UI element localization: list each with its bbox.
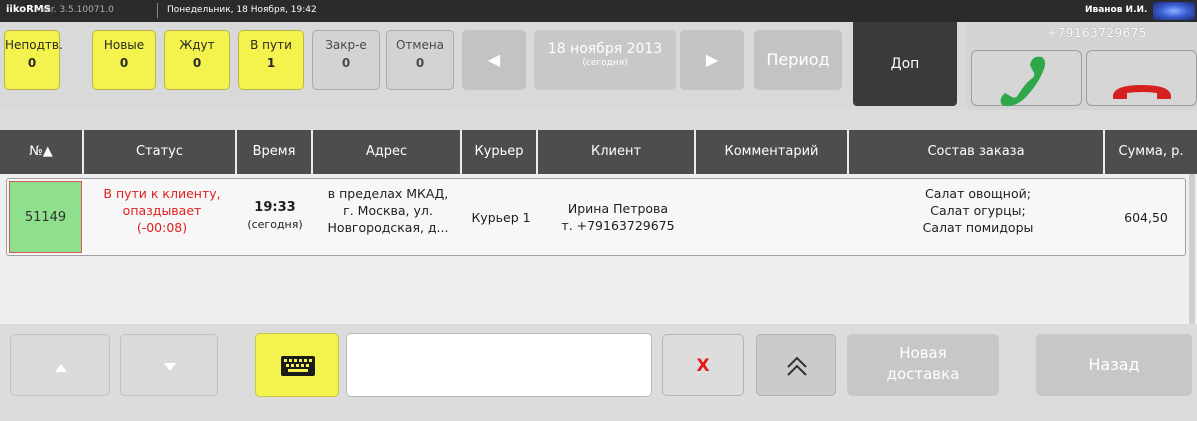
title-bar: iikoRMS ver. 3.5.10071.0 Понедельник, 18… <box>0 0 1197 22</box>
filter-label: Отмена <box>395 38 445 52</box>
order-courier: Курьер 1 <box>471 210 531 225</box>
time-value: 19:33 <box>254 200 296 215</box>
filter-on-the-way-button[interactable]: В пути 1 <box>238 30 304 90</box>
column-sum[interactable]: Сумма, р. <box>1105 130 1197 174</box>
keyboard-button[interactable] <box>255 333 339 397</box>
order-time: 19:33 (сегодня) <box>239 199 311 233</box>
user-name: Иванов И.И. <box>1085 5 1148 15</box>
orders-table-header: №▲ Статус Время Адрес Курьер Клиент Комм… <box>0 130 1197 174</box>
arrow-left-icon: ◀ <box>487 50 501 69</box>
bottom-toolbar: X Новая доставка Назад <box>0 324 1197 399</box>
filter-count: 1 <box>266 56 276 70</box>
filter-waiting-button[interactable]: Ждут 0 <box>164 30 230 90</box>
order-items: Салат овощной; Салат огурцы; Салат помид… <box>850 185 1106 236</box>
filter-new-button[interactable]: Новые 0 <box>92 30 156 90</box>
order-client: Ирина Петрова т. +79163729675 <box>539 200 697 234</box>
order-item: Салат огурцы; <box>930 203 1026 218</box>
collapse-button[interactable] <box>756 334 836 396</box>
extra-button[interactable]: Доп <box>853 22 957 106</box>
column-client[interactable]: Клиент <box>538 130 696 174</box>
filter-count: 0 <box>192 56 202 70</box>
address-line: в пределах МКАД, <box>327 186 449 201</box>
filter-cancelled-button[interactable]: Отмена 0 <box>386 30 454 90</box>
arrow-right-icon: ▶ <box>705 50 719 69</box>
keyboard-icon <box>281 356 315 376</box>
phone-answer-icon <box>1000 56 1046 107</box>
column-comment[interactable]: Комментарий <box>696 130 849 174</box>
new-delivery-label: доставка <box>886 365 960 383</box>
app-version: ver. 3.5.10071.0 <box>40 5 114 15</box>
scroll-down-button[interactable] <box>120 334 218 396</box>
hangup-call-button[interactable] <box>1086 50 1197 106</box>
filter-count: 0 <box>27 56 37 70</box>
date-note: (сегодня) <box>582 58 628 68</box>
date-text: 18 ноября 2013 <box>547 41 663 57</box>
address-line: г. Москва, ул. <box>343 203 433 218</box>
filter-count: 0 <box>415 56 425 70</box>
phone-panel: +79163729675 <box>967 22 1197 110</box>
order-number: 51149 <box>9 181 82 253</box>
table-scrollbar[interactable] <box>1189 174 1195 324</box>
filter-count: 0 <box>119 56 129 70</box>
date-display: 18 ноября 2013 (сегодня) <box>534 30 676 90</box>
status-line: (-00:08) <box>136 220 188 235</box>
answer-call-button[interactable] <box>971 50 1082 107</box>
column-courier[interactable]: Курьер <box>462 130 538 174</box>
order-item: Салат помидоры <box>922 220 1034 235</box>
filter-count: 0 <box>341 56 351 70</box>
column-address[interactable]: Адрес <box>313 130 462 174</box>
phone-hangup-icon <box>1113 85 1171 99</box>
double-chevron-up-icon <box>787 356 807 376</box>
filter-label: Закр-е <box>325 38 367 52</box>
time-note: (сегодня) <box>247 218 303 231</box>
scroll-up-button[interactable] <box>10 334 110 396</box>
new-delivery-label: Новая <box>899 344 947 362</box>
orders-table-body: 51149 В пути к клиенту, опаздывает (-00:… <box>0 174 1197 324</box>
triangle-down-icon <box>164 363 176 371</box>
user-avatar <box>1153 2 1195 20</box>
address-line: Новгородская, д... <box>327 220 449 235</box>
filter-label: В пути <box>250 38 292 52</box>
order-sum: 604,50 <box>1124 210 1168 225</box>
filter-label: Неподтв. <box>5 38 63 52</box>
status-line: В пути к клиенту, <box>103 186 221 201</box>
filter-label: Новые <box>103 38 145 52</box>
filter-closed-button[interactable]: Закр-е 0 <box>312 30 380 90</box>
prev-date-button[interactable]: ◀ <box>462 30 526 90</box>
phone-number: +79163729675 <box>1047 26 1148 40</box>
client-name: Ирина Петрова <box>567 201 669 216</box>
back-button[interactable]: Назад <box>1036 334 1192 396</box>
period-button[interactable]: Период <box>754 30 842 90</box>
client-phone: т. +79163729675 <box>561 218 675 233</box>
column-time[interactable]: Время <box>237 130 313 174</box>
status-line: опаздывает <box>122 203 202 218</box>
filter-toolbar: Неподтв. 0 Новые 0 Ждут 0 В пути 1 Закр-… <box>0 22 1197 110</box>
triangle-up-icon <box>55 364 67 372</box>
current-datetime: Понедельник, 18 Ноября, 19:42 <box>167 5 317 15</box>
next-date-button[interactable]: ▶ <box>680 30 744 90</box>
filter-unconfirmed-button[interactable]: Неподтв. 0 <box>4 30 63 90</box>
order-item: Салат овощной; <box>925 186 1031 201</box>
column-status[interactable]: Статус <box>84 130 237 174</box>
search-input[interactable] <box>346 333 652 397</box>
table-row[interactable]: 51149 В пути к клиенту, опаздывает (-00:… <box>6 178 1186 256</box>
title-separator <box>157 3 158 18</box>
column-number[interactable]: №▲ <box>0 130 84 174</box>
column-order-items[interactable]: Состав заказа <box>849 130 1105 174</box>
order-status: В пути к клиенту, опаздывает (-00:08) <box>87 185 237 236</box>
clear-search-button[interactable]: X <box>662 334 744 396</box>
new-delivery-button[interactable]: Новая доставка <box>847 334 999 396</box>
filter-label: Ждут <box>179 38 215 52</box>
order-address: в пределах МКАД, г. Москва, ул. Новгород… <box>313 185 463 236</box>
